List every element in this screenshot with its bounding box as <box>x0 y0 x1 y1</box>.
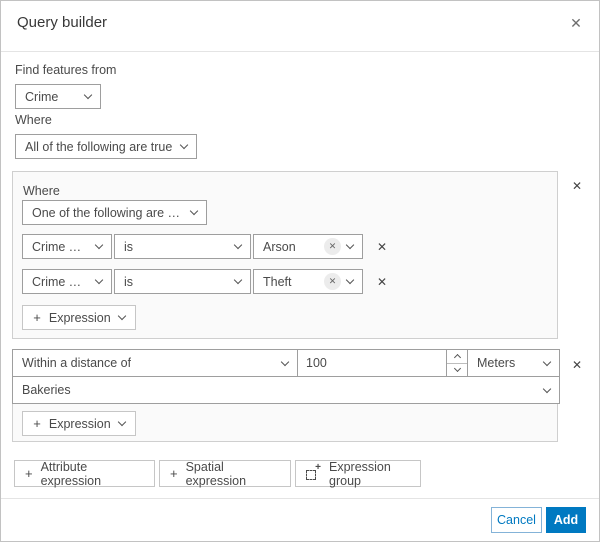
spatial-operator-select[interactable]: Within a distance of <box>12 349 298 377</box>
group1-logic-operator-select[interactable]: One of the following are tr... <box>22 200 207 225</box>
chevron-down-icon <box>117 417 126 427</box>
value-combobox-value: Arson <box>263 239 296 254</box>
value-combobox-value: Theft <box>263 274 292 289</box>
chevron-down-icon <box>345 240 355 250</box>
expression-group-icon: + <box>306 463 321 481</box>
stepper-up-button[interactable] <box>447 350 467 364</box>
group1-logic-operator-value: One of the following are tr... <box>32 205 183 220</box>
operator-select-value: is <box>124 274 134 289</box>
field-select[interactable]: Crime Type <box>22 234 112 259</box>
remove-group2-icon[interactable]: ✕ <box>568 356 586 374</box>
distance-field-wrap <box>297 349 468 377</box>
header-divider <box>1 51 599 52</box>
chevron-down-icon <box>189 206 199 216</box>
logic-operator-select[interactable]: All of the following are true <box>15 134 197 159</box>
spatial-expression-label: Spatial expression <box>185 459 247 488</box>
chevron-down-icon <box>179 140 189 150</box>
remove-expression-icon[interactable]: ✕ <box>373 273 391 291</box>
add-expression-button[interactable]: + Expression <box>22 305 136 330</box>
distance-stepper <box>446 350 467 376</box>
add-spatial-expression-button[interactable]: + Spatial expression <box>159 459 291 488</box>
spatial-layer-select[interactable]: Bakeries <box>12 376 560 404</box>
query-builder-dialog: Query builder ✕ Find features from Crime… <box>0 0 600 542</box>
distance-input[interactable] <box>298 350 446 376</box>
expression-group-label: Expression group <box>329 459 391 488</box>
remove-group1-icon[interactable]: ✕ <box>568 177 586 195</box>
operator-select[interactable]: is <box>114 269 251 294</box>
value-combobox[interactable]: Arson ✕ <box>253 234 363 259</box>
add-expression-label: Expression <box>48 310 111 325</box>
spatial-operator-value: Within a distance of <box>22 356 132 370</box>
attribute-expression-label: Attribute expression <box>40 459 102 488</box>
chevron-down-icon <box>453 364 461 372</box>
chevron-down-icon <box>542 357 552 366</box>
find-features-label: Find features from <box>15 63 117 77</box>
layer-select-value: Crime <box>25 89 59 104</box>
chevron-down-icon <box>83 90 93 100</box>
stepper-down-button[interactable] <box>447 364 467 377</box>
close-icon[interactable]: ✕ <box>567 14 585 32</box>
field-select[interactable]: Crime Type <box>22 269 112 294</box>
add-button[interactable]: Add <box>546 507 586 533</box>
chevron-down-icon <box>233 275 243 285</box>
cancel-button[interactable]: Cancel <box>491 507 542 533</box>
plus-icon: + <box>33 416 41 431</box>
chevron-down-icon <box>542 384 552 393</box>
unit-select-value: Meters <box>477 356 516 370</box>
logic-operator-value: All of the following are true <box>25 139 173 154</box>
add-expression-button[interactable]: + Expression <box>22 411 136 436</box>
add-attribute-expression-button[interactable]: + Attribute expression <box>14 459 155 488</box>
chevron-down-icon <box>233 240 243 250</box>
plus-icon: + <box>170 466 178 481</box>
expression-group-1: Where One of the following are tr... Cri… <box>12 171 558 339</box>
plus-icon: + <box>25 466 33 481</box>
remove-expression-icon[interactable]: ✕ <box>373 238 391 256</box>
field-select-value: Crime Type <box>32 274 88 289</box>
chevron-down-icon <box>94 275 104 285</box>
clear-value-icon[interactable]: ✕ <box>324 273 341 290</box>
value-combobox[interactable]: Theft ✕ <box>253 269 363 294</box>
chevron-down-icon <box>117 311 126 321</box>
footer-divider <box>1 498 599 499</box>
plus-icon: + <box>33 310 41 325</box>
page-title: Query builder <box>17 14 108 31</box>
operator-select[interactable]: is <box>114 234 251 259</box>
spatial-layer-value: Bakeries <box>22 383 71 397</box>
layer-select[interactable]: Crime <box>15 84 101 109</box>
chevron-down-icon <box>280 357 290 366</box>
chevron-down-icon <box>345 275 355 285</box>
group1-where-label: Where <box>23 184 60 198</box>
expression-group-2: Within a distance of Meters Bakeries + E… <box>12 349 560 442</box>
add-expression-group-button[interactable]: + Expression group <box>295 459 421 488</box>
clear-value-icon[interactable]: ✕ <box>324 238 341 255</box>
operator-select-value: is <box>124 239 134 254</box>
field-select-value: Crime Type <box>32 239 88 254</box>
where-label: Where <box>15 113 52 127</box>
add-expression-label: Expression <box>48 416 111 431</box>
chevron-down-icon <box>94 240 104 250</box>
unit-select[interactable]: Meters <box>467 349 560 377</box>
chevron-up-icon <box>453 354 461 362</box>
